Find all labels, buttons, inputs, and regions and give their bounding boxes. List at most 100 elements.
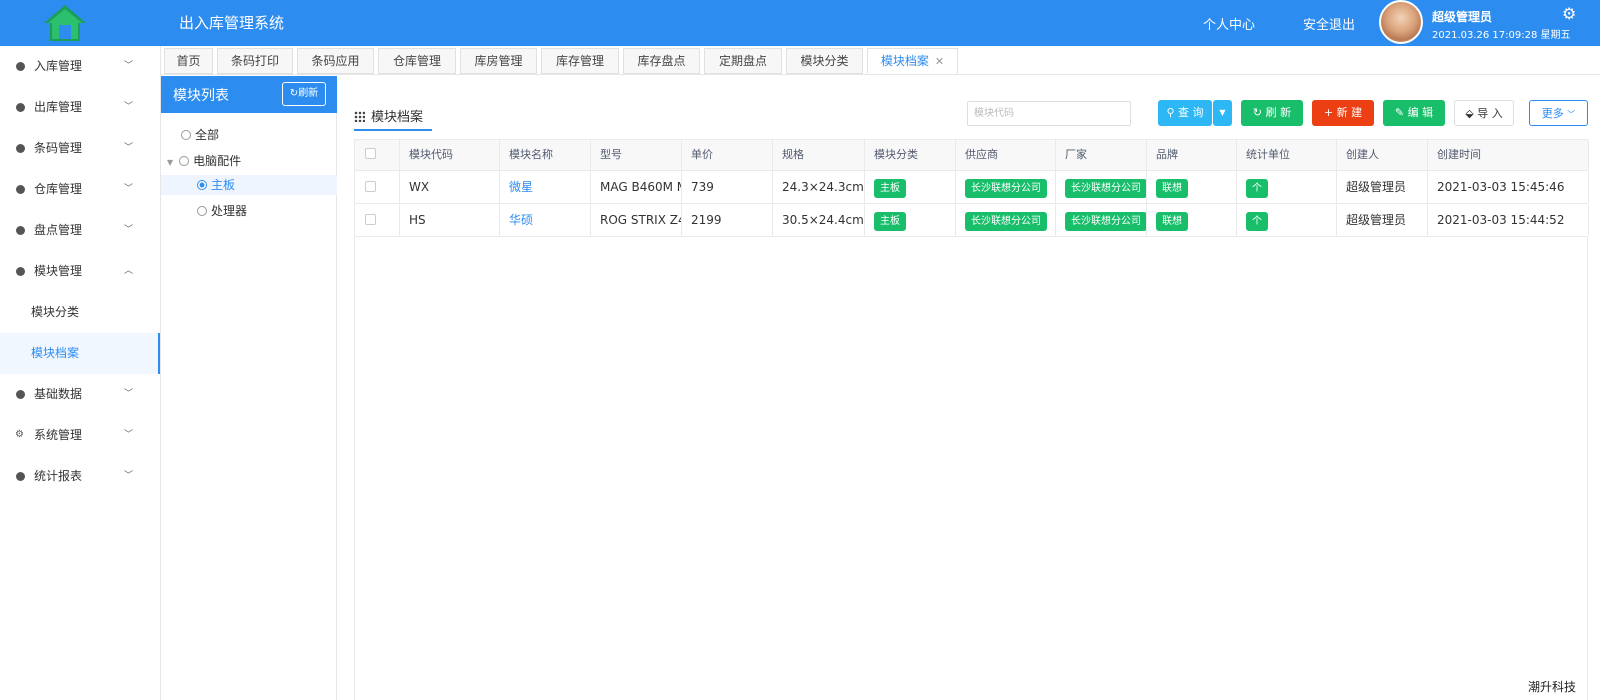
table-row[interactable]: WX 微星 MAG B460M MORTAR 739 24.3×24.3cm 主…: [355, 171, 1589, 204]
tree-refresh-label: 刷新: [298, 88, 319, 99]
cell-name-link[interactable]: 华硕: [500, 204, 591, 236]
circle-icon: [16, 390, 25, 399]
col-header[interactable]: 厂家: [1056, 140, 1147, 170]
new-button[interactable]: + 新 建: [1312, 100, 1374, 126]
sidebar-item-warehouse[interactable]: 仓库管理 ﹀: [0, 169, 160, 210]
tree-refresh-button[interactable]: ↻刷新: [282, 82, 326, 106]
close-icon[interactable]: ✕: [935, 55, 944, 68]
tab-periodic-check[interactable]: 定期盘点: [704, 48, 782, 74]
brand-tag: 联想: [1156, 179, 1188, 198]
home-logo-icon[interactable]: [42, 3, 88, 43]
module-tree-panel: 模块列表 ↻刷新 全部 ▼ 电脑配件 主板 处理器: [161, 76, 337, 700]
row-checkbox[interactable]: [365, 181, 376, 192]
col-header[interactable]: 创建人: [1337, 140, 1428, 170]
personal-center-link[interactable]: 个人中心: [1203, 14, 1255, 33]
unit-tag: 个: [1246, 179, 1268, 198]
chevron-down-icon: ﹀: [124, 225, 134, 235]
col-header[interactable]: 模块代码: [400, 140, 500, 170]
col-header[interactable]: 品牌: [1147, 140, 1237, 170]
tab-module-archive[interactable]: 模块档案 ✕: [867, 48, 958, 74]
top-header: 出入库管理系统 个人中心 安全退出 超级管理员 2021.03.26 17:09…: [0, 0, 1600, 46]
sidebar-item-inventory-check[interactable]: 盘点管理 ﹀: [0, 210, 160, 251]
avatar[interactable]: [1379, 0, 1423, 44]
radio-selected-icon: [197, 180, 207, 190]
chevron-down-icon: ﹀: [124, 61, 134, 71]
sidebar-item-outbound[interactable]: 出库管理 ﹀: [0, 87, 160, 128]
cell-name-link[interactable]: 微星: [500, 171, 591, 203]
cell-category: 主板: [865, 171, 956, 203]
cell-category: 主板: [865, 204, 956, 236]
col-header[interactable]: 模块名称: [500, 140, 591, 170]
new-button-label: 新 建: [1336, 106, 1363, 119]
cell-code: HS: [400, 204, 500, 236]
sidebar-item-basic-data[interactable]: 基础数据 ﹀: [0, 374, 160, 415]
cell-code: WX: [400, 171, 500, 203]
maker-tag: 长沙联想分公司: [1065, 179, 1146, 198]
table-row[interactable]: HS 华硕 ROG STRIX Z490 2199 30.5×24.4cm 主板…: [355, 204, 1589, 237]
cell-model: MAG B460M MORTAR: [591, 171, 682, 203]
sidebar-item-barcode[interactable]: 条码管理 ﹀: [0, 128, 160, 169]
query-dropdown-button[interactable]: ▼: [1213, 100, 1232, 126]
category-tag: 主板: [874, 212, 906, 231]
gear-icon[interactable]: ⚙: [1562, 4, 1576, 23]
tab-stock[interactable]: 库存管理: [541, 48, 619, 74]
radio-icon: [179, 156, 190, 166]
radio-icon: [181, 130, 191, 140]
sidebar-item-inbound[interactable]: 入库管理 ﹀: [0, 46, 160, 87]
import-button[interactable]: ⬙ 导 入: [1454, 100, 1514, 126]
tab-module-category[interactable]: 模块分类: [786, 48, 863, 74]
tree-node-label: 全部: [195, 128, 220, 142]
edit-button-label: 编 辑: [1407, 106, 1434, 119]
sidebar-subitem-module-archive[interactable]: 模块档案: [0, 333, 160, 374]
sidebar-item-label: 仓库管理: [34, 182, 83, 196]
col-header[interactable]: 供应商: [956, 140, 1056, 170]
chevron-down-icon: ﹀: [124, 471, 134, 481]
plus-icon: +: [1323, 106, 1334, 119]
tab-warehouse[interactable]: 仓库管理: [378, 48, 456, 74]
col-header[interactable]: 单价: [682, 140, 773, 170]
refresh-button-label: 刷 新: [1265, 106, 1292, 119]
supplier-tag: 长沙联想分公司: [965, 179, 1047, 198]
cell-creator: 超级管理员: [1337, 171, 1428, 203]
cell-unit: 个: [1237, 171, 1337, 203]
tab-barcode-print[interactable]: 条码打印: [217, 48, 293, 74]
more-button[interactable]: 更多 ﹀: [1529, 100, 1588, 126]
tree-node-all[interactable]: 全部: [181, 126, 219, 143]
col-header[interactable]: 创建时间: [1428, 140, 1589, 170]
sidebar-item-label: 出库管理: [34, 100, 83, 114]
tree-node-pc-parts[interactable]: ▼ 电脑配件: [167, 152, 241, 169]
sidebar-item-reports[interactable]: 统计报表 ﹀: [0, 456, 160, 497]
select-all-cell: [355, 140, 400, 170]
col-header[interactable]: 统计单位: [1237, 140, 1337, 170]
cell-maker: 长沙联想分公司: [1056, 171, 1147, 203]
caret-down-icon[interactable]: ▼: [167, 158, 173, 167]
sidebar-item-module[interactable]: 模块管理 ︿: [0, 251, 160, 292]
search-icon: ⚲: [1166, 106, 1175, 119]
cell-price: 739: [682, 171, 773, 203]
gear-icon: ⚙: [15, 429, 24, 440]
edit-button[interactable]: ✎ 编 辑: [1383, 100, 1445, 126]
tab-home[interactable]: 首页: [164, 48, 213, 74]
tree-node-processor[interactable]: 处理器: [197, 202, 247, 219]
user-name: 超级管理员: [1432, 10, 1493, 24]
col-header[interactable]: 型号: [591, 140, 682, 170]
tree-node-label: 处理器: [211, 204, 248, 218]
col-header[interactable]: 规格: [773, 140, 865, 170]
more-button-label: 更多: [1541, 107, 1564, 120]
sidebar-subitem-module-category[interactable]: 模块分类: [0, 292, 160, 333]
row-checkbox[interactable]: [365, 214, 376, 225]
tab-storeroom[interactable]: 库房管理: [460, 48, 537, 74]
refresh-button[interactable]: ↻ 刷 新: [1241, 100, 1303, 126]
tree-node-motherboard[interactable]: 主板: [197, 176, 235, 193]
supplier-tag: 长沙联想分公司: [965, 212, 1047, 231]
logout-link[interactable]: 安全退出: [1303, 14, 1355, 33]
chevron-down-icon: ﹀: [124, 102, 134, 112]
tab-stock-check[interactable]: 库存盘点: [623, 48, 700, 74]
col-header[interactable]: 模块分类: [865, 140, 956, 170]
tree-selection-highlight: [161, 175, 337, 195]
module-code-search-input[interactable]: [967, 101, 1131, 126]
tab-barcode-app[interactable]: 条码应用: [297, 48, 374, 74]
query-button[interactable]: ⚲ 查 询: [1158, 100, 1212, 126]
select-all-checkbox[interactable]: [365, 148, 376, 159]
sidebar-item-system[interactable]: ⚙ 系统管理 ﹀: [0, 415, 160, 456]
